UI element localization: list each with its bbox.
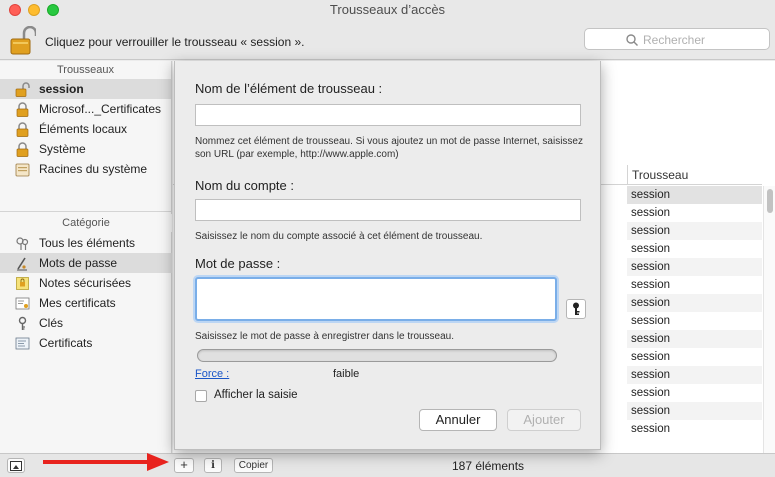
category-passwords[interactable]: Mots de passe [0, 253, 172, 273]
padlock-icon [16, 142, 29, 157]
table-row[interactable]: session [627, 348, 762, 366]
list-scrollbar[interactable] [763, 186, 775, 453]
table-row[interactable]: session [627, 222, 762, 240]
toolbar: Cliquez pour verrouiller le trousseau « … [0, 22, 775, 60]
table-row[interactable]: session [627, 420, 762, 438]
window-title: Trousseaux d’accès [329, 2, 446, 17]
column-header-keychain[interactable]: Trousseau [627, 165, 762, 185]
table-row[interactable]: session [627, 402, 762, 420]
table-row[interactable]: session [627, 312, 762, 330]
password-help: Saisissez le mot de passe à enregistrer … [195, 331, 455, 342]
password-strength-meter [197, 349, 557, 362]
sidebar-item-label: Système [39, 142, 86, 156]
sidebar-item-microsoft-certificates[interactable]: Microsof..._Certificates [0, 99, 171, 119]
account-name-field[interactable] [195, 199, 581, 221]
strength-link[interactable]: Force : [195, 368, 229, 380]
certificate-cabinet-icon [15, 163, 30, 177]
table-row[interactable]: session [627, 330, 762, 348]
sidebar-item-label: Microsof..._Certificates [39, 102, 162, 116]
zoom-window-button[interactable] [47, 4, 59, 16]
category-certificates[interactable]: Certificats [0, 333, 172, 353]
search-field[interactable]: Rechercher [584, 28, 770, 50]
minimize-window-button[interactable] [28, 4, 40, 16]
item-name-help: Nommez cet élément de trousseau. Si vous… [195, 136, 583, 160]
close-window-button[interactable] [9, 4, 21, 16]
table-row[interactable]: session [627, 240, 762, 258]
category-label: Notes sécurisées [39, 276, 132, 290]
password-pen-icon [17, 257, 27, 271]
password-field[interactable] [195, 277, 557, 321]
table-row[interactable]: session [627, 276, 762, 294]
title-bar: Trousseaux d’accès [0, 0, 775, 22]
category-label: Tous les éléments [39, 236, 136, 250]
account-name-label: Nom du compte : [195, 178, 294, 193]
show-typing-checkbox[interactable] [195, 390, 207, 402]
key-icon [573, 302, 580, 315]
table-row[interactable]: session [627, 366, 762, 384]
sidebar-item-label: session [39, 82, 84, 96]
my-certificate-icon [15, 297, 30, 310]
password-label: Mot de passe : [195, 256, 281, 271]
table-row[interactable]: session [627, 186, 762, 204]
sidebar-item-system[interactable]: Système [0, 139, 171, 159]
keychains-header: Trousseaux [0, 61, 171, 79]
table-row[interactable]: session [627, 204, 762, 222]
lock-message: Cliquez pour verrouiller le trousseau « … [45, 35, 305, 49]
sidebar-item-local-items[interactable]: Éléments locaux [0, 119, 171, 139]
category-secure-notes[interactable]: Notes sécurisées [0, 273, 172, 293]
category-label: Certificats [39, 336, 93, 350]
table-row[interactable]: session [627, 294, 762, 312]
category-all-items[interactable]: Tous les éléments [0, 233, 172, 253]
account-name-help: Saisissez le nom du compte associé à cet… [195, 231, 483, 242]
new-password-item-sheet: Nom de l’élément de trousseau : Nommez c… [174, 61, 601, 450]
sidebar-item-label: Éléments locaux [39, 122, 128, 136]
item-count: 187 éléments [452, 459, 525, 473]
scrollbar-thumb[interactable] [767, 189, 773, 213]
password-assistant-button[interactable] [566, 299, 586, 319]
padlock-icon [16, 102, 29, 117]
certificate-icon [15, 337, 30, 350]
table-row[interactable]: session [627, 258, 762, 276]
unlocked-padlock-icon[interactable] [10, 26, 36, 56]
table-row[interactable]: session [627, 384, 762, 402]
strength-value: faible [333, 368, 360, 380]
red-arrow-annotation [43, 453, 169, 471]
secure-note-icon [16, 277, 29, 290]
search-icon [626, 34, 638, 46]
sidebar-item-label: Racines du système [39, 162, 148, 176]
cancel-button[interactable]: Annuler [419, 409, 497, 431]
search-placeholder: Rechercher [643, 33, 706, 47]
category-label: Mes certificats [39, 296, 116, 310]
category-my-certificates[interactable]: Mes certificats [0, 293, 172, 313]
key-icon [18, 316, 27, 330]
info-button[interactable]: i [204, 458, 222, 473]
category-label: Mots de passe [39, 256, 118, 270]
sidebar-item-system-roots[interactable]: Racines du système [0, 159, 171, 179]
add-button[interactable]: Ajouter [507, 409, 581, 431]
category-label: Clés [39, 316, 64, 330]
show-typing-label[interactable]: Afficher la saisie [214, 389, 298, 401]
category-keys[interactable]: Clés [0, 313, 172, 333]
screen-icon [10, 461, 22, 471]
sidebar-item-session[interactable]: session [0, 79, 171, 99]
copy-button[interactable]: Copier [234, 458, 273, 473]
category-header: Catégorie [0, 214, 172, 232]
padlock-icon [16, 122, 29, 137]
sidebar-divider [0, 211, 172, 212]
unlocked-padlock-icon [15, 82, 30, 97]
add-item-button[interactable]: + [174, 458, 194, 473]
toggle-sidebar-button[interactable] [7, 458, 25, 473]
item-name-field[interactable] [195, 104, 581, 126]
rows: session session session session session … [627, 186, 762, 438]
all-items-icon [16, 237, 29, 250]
item-name-label: Nom de l’élément de trousseau : [195, 81, 383, 96]
sidebar: Trousseaux session Microsof..._Certifica… [0, 61, 172, 453]
category-list: Tous les éléments Mots de passe Notes sé… [0, 233, 172, 353]
